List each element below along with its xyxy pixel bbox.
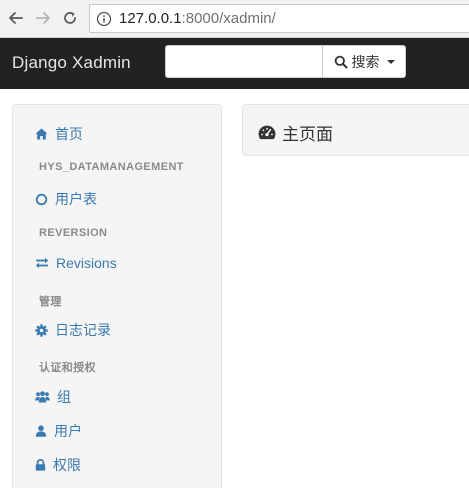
- section-header-hys: HYS_DATAMANAGEMENT: [39, 161, 184, 173]
- url-path: :8000/xadmin/: [181, 10, 276, 27]
- reload-icon: [64, 11, 76, 24]
- gear-icon: [35, 323, 48, 337]
- sidebar-item-label: 组: [57, 389, 71, 405]
- search-button[interactable]: 搜索: [322, 45, 406, 78]
- brand-title[interactable]: Django Xadmin: [12, 53, 131, 73]
- url-host: 127.0.0.1: [119, 10, 182, 27]
- home-icon: [35, 128, 48, 140]
- sidebar-item-label: 用户表: [55, 191, 97, 207]
- url-text: 127.0.0.1:8000/xadmin/: [119, 10, 276, 27]
- sidebar-item-log[interactable]: 日志记录: [35, 320, 111, 340]
- sidebar-item-label: 用户: [54, 423, 82, 439]
- lock-icon: [35, 459, 46, 471]
- exchange-icon: [35, 257, 49, 269]
- search-icon: [334, 55, 347, 68]
- search-button-label: 搜索: [351, 53, 380, 70]
- sidebar-nav: 首页 HYS_DATAMANAGEMENT 用户表 REVERSION Revi…: [12, 104, 222, 488]
- back-button[interactable]: [6, 8, 26, 28]
- dashboard-icon: [258, 125, 276, 140]
- page-title: 主页面: [258, 120, 333, 145]
- section-header-auth: 认证和授权: [39, 362, 96, 374]
- sidebar-item-label: 首页: [55, 126, 83, 142]
- search-input[interactable]: [165, 45, 322, 78]
- sidebar-item-label: 权限: [53, 457, 81, 473]
- main-panel: 主页面: [242, 104, 469, 156]
- sidebar-item-label: 日志记录: [55, 322, 111, 338]
- sidebar-item-home[interactable]: 首页: [35, 124, 83, 144]
- caret-down-icon: [386, 59, 395, 64]
- page-title-text: 主页面: [282, 125, 333, 144]
- sidebar-item-group[interactable]: 组: [35, 387, 71, 407]
- sidebar-item-user-table[interactable]: 用户表: [35, 189, 97, 209]
- sidebar-item-user[interactable]: 用户: [35, 421, 82, 441]
- sidebar-item-label: Revisions: [56, 255, 117, 271]
- back-arrow-icon: [9, 12, 23, 24]
- sidebar-item-revisions[interactable]: Revisions: [35, 255, 117, 271]
- section-header-manage: 管理: [39, 296, 62, 308]
- info-icon[interactable]: [96, 11, 112, 27]
- forward-button[interactable]: [33, 8, 53, 28]
- reload-button[interactable]: [60, 8, 80, 28]
- user-icon: [35, 425, 47, 437]
- forward-arrow-icon: [36, 12, 50, 24]
- circle-icon: [35, 193, 48, 205]
- sidebar-item-permission[interactable]: 权限: [35, 455, 81, 475]
- browser-toolbar: 127.0.0.1:8000/xadmin/: [0, 0, 469, 38]
- search-form: 搜索: [165, 45, 406, 78]
- section-header-reversion: REVERSION: [39, 227, 108, 239]
- address-bar[interactable]: 127.0.0.1:8000/xadmin/: [89, 4, 469, 33]
- users-icon: [35, 391, 50, 403]
